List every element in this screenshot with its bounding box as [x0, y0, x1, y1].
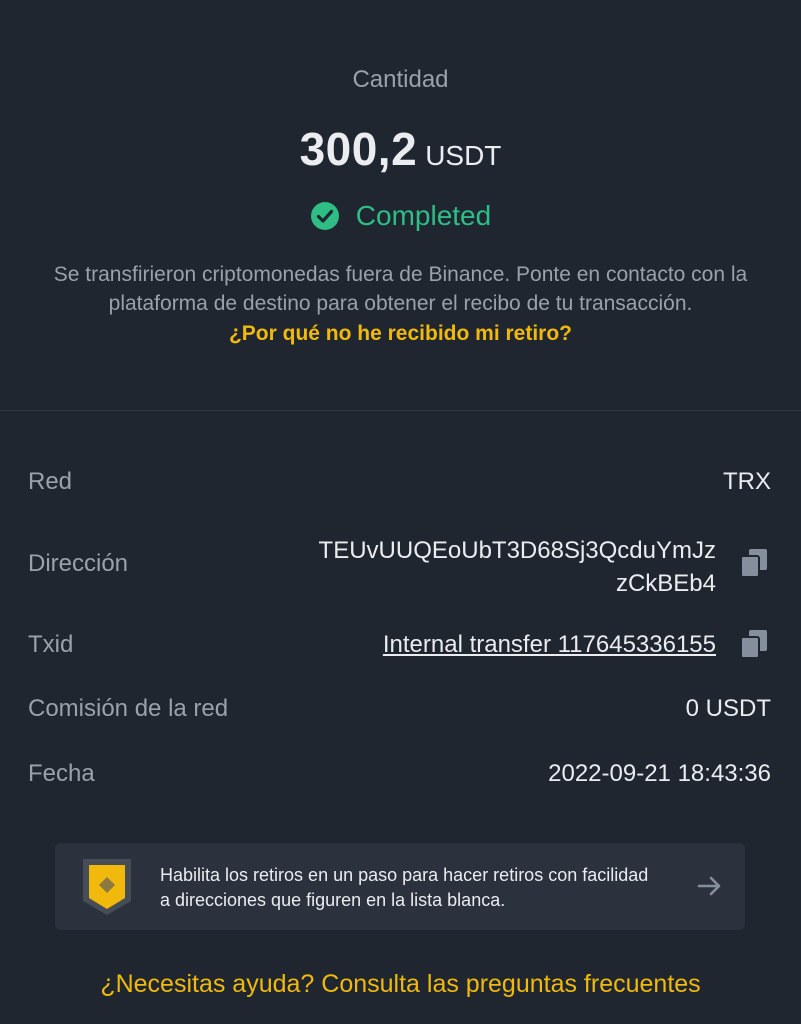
withdrawal-detail-page: Cantidad 300,2 USDT Completed Se transfi… — [0, 0, 801, 1024]
why-not-received-link[interactable]: ¿Por qué no he recibido mi retiro? — [0, 322, 801, 346]
address-value: TEUvUUQEoUbT3D68Sj3QcduYmJz zCkBEb4 — [319, 534, 716, 600]
amount-value: 300,2 — [299, 123, 418, 175]
amount-unit: USDT — [425, 140, 502, 171]
one-step-withdrawal-banner[interactable]: Habilita los retiros en un paso para hac… — [55, 843, 745, 930]
date-value: 2022-09-21 18:43:36 — [548, 760, 771, 787]
status-row: Completed — [0, 200, 801, 232]
txid-link[interactable]: Internal transfer 117645336155 — [383, 631, 716, 659]
amount-label: Cantidad — [352, 66, 449, 93]
status-description: Se transfirieron criptomonedas fuera de … — [53, 263, 748, 315]
address-line-1: TEUvUUQEoUbT3D68Sj3QcduYmJz — [318, 537, 716, 564]
fee-label: Comisión de la red — [28, 695, 229, 722]
copy-txid-icon[interactable] — [740, 629, 768, 659]
network-label: Red — [28, 468, 73, 495]
shield-icon — [83, 859, 131, 915]
status-text: Completed — [355, 200, 492, 231]
network-value: TRX — [723, 468, 771, 495]
section-divider — [0, 410, 801, 411]
address-line-2: zCkBEb4 — [615, 570, 716, 597]
date-label: Fecha — [28, 760, 95, 787]
fee-value: 0 USDT — [685, 695, 771, 722]
faq-help-link[interactable]: ¿Necesitas ayuda? Consulta las preguntas… — [0, 970, 801, 999]
copy-address-icon[interactable] — [740, 548, 768, 578]
txid-label: Txid — [28, 631, 74, 658]
arrow-right-icon — [697, 876, 721, 896]
address-label: Dirección — [28, 550, 129, 577]
amount-row: 300,2 USDT — [0, 122, 801, 176]
banner-text: Habilita los retiros en un paso para hac… — [160, 865, 649, 910]
check-circle-icon — [310, 202, 339, 230]
